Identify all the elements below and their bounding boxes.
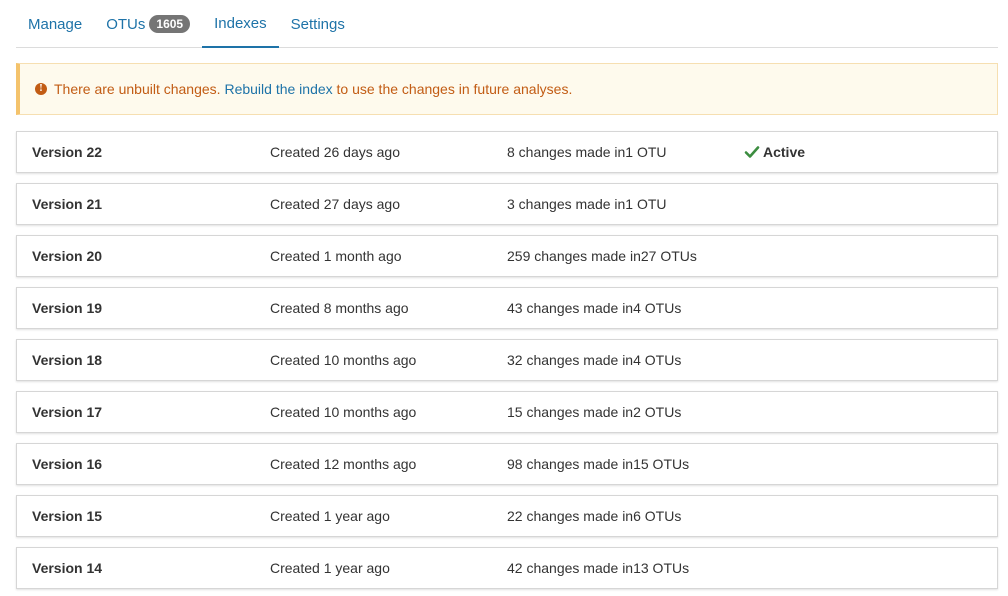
checkmark-icon xyxy=(744,146,760,158)
index-row-version-19[interactable]: Version 19 Created 8 months ago 43 chang… xyxy=(16,287,998,329)
unbuilt-changes-alert: ! There are unbuilt changes. Rebuild the… xyxy=(16,63,998,115)
index-row-version-22[interactable]: Version 22 Created 26 days ago 8 changes… xyxy=(16,131,998,173)
created-text: Created 8 months ago xyxy=(270,300,409,316)
created-text: Created 26 days ago xyxy=(270,144,400,160)
changes-text: 15 changes made in2 OTUs xyxy=(507,404,682,420)
changes-text: 8 changes made in1 OTU xyxy=(507,144,667,160)
tab-bar: Manage OTUs 1605 Indexes Settings xyxy=(16,0,998,48)
index-version-list: Version 22 Created 26 days ago 8 changes… xyxy=(16,131,998,596)
version-label: Version 21 xyxy=(32,196,103,212)
tab-settings-label: Settings xyxy=(290,15,345,33)
alert-text-after: to use the changes in future analyses. xyxy=(332,81,573,97)
created-text: Created 1 month ago xyxy=(270,248,402,264)
indexes-page: Manage OTUs 1605 Indexes Settings ! Ther… xyxy=(0,0,1008,596)
version-label: Version 14 xyxy=(32,560,103,576)
tab-manage[interactable]: Manage xyxy=(16,0,94,48)
index-row-version-21[interactable]: Version 21 Created 27 days ago 3 changes… xyxy=(16,183,998,225)
tab-otus-label: OTUs xyxy=(106,15,146,33)
created-text: Created 12 months ago xyxy=(270,456,417,472)
index-row-version-16[interactable]: Version 16 Created 12 months ago 98 chan… xyxy=(16,443,998,485)
index-row-version-18[interactable]: Version 18 Created 10 months ago 32 chan… xyxy=(16,339,998,381)
created-text: Created 10 months ago xyxy=(270,404,417,420)
created-text: Created 10 months ago xyxy=(270,352,417,368)
changes-text: 43 changes made in4 OTUs xyxy=(507,300,682,316)
index-row-version-17[interactable]: Version 17 Created 10 months ago 15 chan… xyxy=(16,391,998,433)
tab-indexes-label: Indexes xyxy=(214,14,267,32)
tab-indexes[interactable]: Indexes xyxy=(202,0,279,48)
changes-text: 3 changes made in1 OTU xyxy=(507,196,667,212)
rebuild-index-link[interactable]: Rebuild the index xyxy=(224,81,332,97)
version-label: Version 19 xyxy=(32,300,103,316)
changes-text: 42 changes made in13 OTUs xyxy=(507,560,690,576)
index-row-version-15[interactable]: Version 15 Created 1 year ago 22 changes… xyxy=(16,495,998,537)
info-circle-icon: ! xyxy=(35,83,47,95)
active-label: Active xyxy=(763,144,806,160)
changes-text: 259 changes made in27 OTUs xyxy=(507,248,697,264)
changes-text: 22 changes made in6 OTUs xyxy=(507,508,682,524)
tab-otus[interactable]: OTUs 1605 xyxy=(94,0,202,48)
otu-count-badge: 1605 xyxy=(149,15,191,33)
tab-manage-label: Manage xyxy=(28,15,83,33)
version-label: Version 18 xyxy=(32,352,103,368)
changes-text: 98 changes made in15 OTUs xyxy=(507,456,690,472)
alert-text-before: There are unbuilt changes. xyxy=(54,81,225,97)
version-label: Version 17 xyxy=(32,404,103,420)
created-text: Created 1 year ago xyxy=(270,560,390,576)
changes-text: 32 changes made in4 OTUs xyxy=(507,352,682,368)
created-text: Created 1 year ago xyxy=(270,508,390,524)
created-text: Created 27 days ago xyxy=(270,196,400,212)
version-label: Version 22 xyxy=(32,144,103,160)
active-indicator: Active xyxy=(744,132,805,172)
version-label: Version 20 xyxy=(32,248,103,264)
index-row-version-20[interactable]: Version 20 Created 1 month ago 259 chang… xyxy=(16,235,998,277)
index-row-version-14[interactable]: Version 14 Created 1 year ago 42 changes… xyxy=(16,547,998,589)
tab-settings[interactable]: Settings xyxy=(279,0,357,48)
version-label: Version 15 xyxy=(32,508,103,524)
version-label: Version 16 xyxy=(32,456,103,472)
